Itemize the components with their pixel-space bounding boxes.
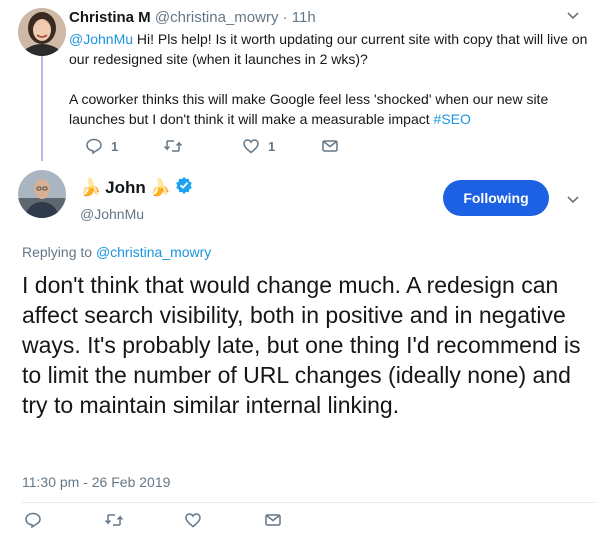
parent-message-button[interactable] xyxy=(321,136,339,156)
parent-like-count: 1 xyxy=(268,138,276,154)
following-button[interactable]: Following xyxy=(443,180,549,216)
main-name-text: John xyxy=(105,177,146,197)
banana-emoji-icon: 🍌 xyxy=(80,177,102,197)
parent-text-line1: Hi! Pls help! Is it worth updating our c… xyxy=(69,31,588,67)
replying-to-link[interactable]: @christina_mowry xyxy=(96,244,211,260)
parent-retweet-button[interactable] xyxy=(163,136,183,156)
parent-like-button[interactable]: 1 xyxy=(242,136,275,156)
parent-reply-button[interactable]: 1 xyxy=(85,136,118,156)
like-icon xyxy=(184,511,202,529)
retweet-icon xyxy=(163,137,183,155)
parent-tweet[interactable]: Christina M @christina_mowry · 11h @John… xyxy=(69,8,589,129)
hashtag-link[interactable]: #SEO xyxy=(434,111,471,127)
reply-icon xyxy=(24,511,42,529)
main-handle[interactable]: @JohnMu xyxy=(80,206,144,222)
like-icon xyxy=(242,137,260,155)
replying-prefix: Replying to xyxy=(22,244,96,260)
verified-badge-icon xyxy=(175,176,193,199)
retweet-icon xyxy=(104,511,124,529)
parent-mention-link[interactable]: @JohnMu xyxy=(69,31,133,47)
actions-divider xyxy=(22,502,596,503)
main-message-button[interactable] xyxy=(264,510,282,530)
main-tweet-text: I don't think that would change much. A … xyxy=(22,272,581,418)
replying-to-line: Replying to @christina_mowry xyxy=(22,244,211,260)
christina-avatar[interactable] xyxy=(18,8,66,56)
main-like-button[interactable] xyxy=(184,510,202,530)
main-retweet-button[interactable] xyxy=(104,510,124,530)
banana-emoji-icon: 🍌 xyxy=(149,177,171,197)
john-avatar[interactable] xyxy=(18,170,66,218)
main-chevron-down-icon[interactable] xyxy=(566,192,580,211)
parent-time[interactable]: 11h xyxy=(292,9,316,26)
reply-icon xyxy=(85,137,103,155)
main-reply-button[interactable] xyxy=(24,510,42,530)
message-icon xyxy=(264,511,282,529)
main-action-bar xyxy=(24,510,304,530)
parent-action-bar: 1 1 xyxy=(85,136,365,156)
parent-handle[interactable]: @christina_mowry xyxy=(155,9,279,26)
parent-separator: · xyxy=(278,9,292,26)
parent-text-para2: A coworker thinks this will make Google … xyxy=(69,91,549,127)
parent-reply-count: 1 xyxy=(111,138,119,154)
main-timestamp[interactable]: 11:30 pm - 26 Feb 2019 xyxy=(22,474,170,490)
parent-display-name[interactable]: Christina M xyxy=(69,9,151,26)
thread-connector-line xyxy=(41,56,43,161)
message-icon xyxy=(321,137,339,155)
parent-chevron-down-icon[interactable] xyxy=(566,8,580,27)
parent-tweet-text: @JohnMu Hi! Pls help! Is it worth updati… xyxy=(69,29,589,129)
main-display-name[interactable]: 🍌 John 🍌 xyxy=(80,176,193,199)
